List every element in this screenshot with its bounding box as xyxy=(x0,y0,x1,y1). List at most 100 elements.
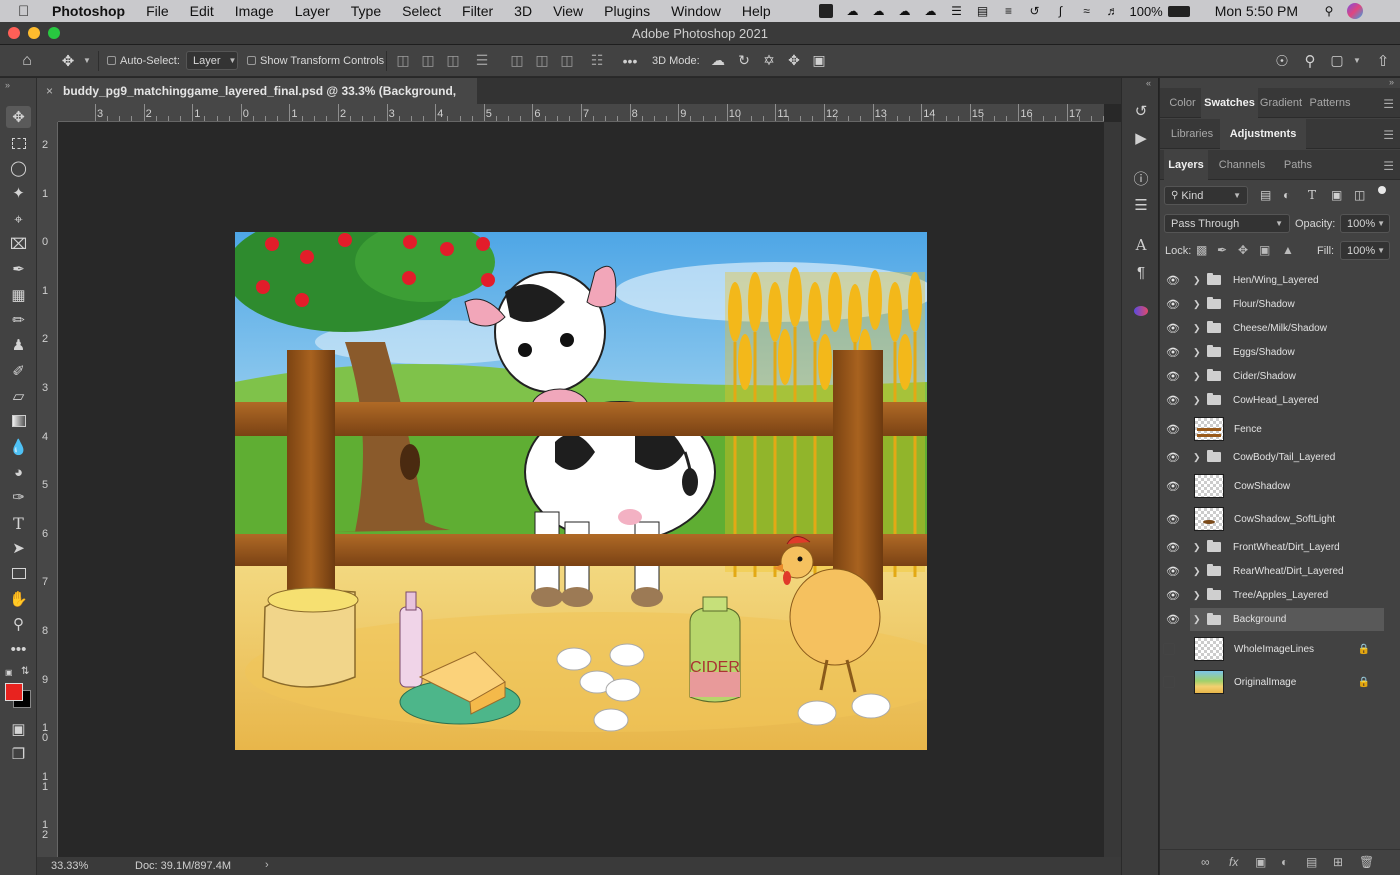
stack-icon[interactable]: ☰ xyxy=(947,4,965,18)
magic-wand-tool-icon[interactable]: ✦ xyxy=(6,182,31,204)
visibility-toggle-off[interactable] xyxy=(1163,676,1175,688)
distribute-horizontal-icon[interactable]: ☷ xyxy=(590,52,604,69)
visibility-eye-icon[interactable]: 👁 xyxy=(1166,513,1180,526)
layer-row[interactable]: 👁 ❯ Eggs/Shadow xyxy=(1166,340,1384,364)
expand-group-chevron-icon[interactable]: ❯ xyxy=(1193,323,1203,334)
menu-window[interactable]: Window xyxy=(671,3,721,19)
pen-tool-icon[interactable]: ✑ xyxy=(6,486,31,508)
layer-row-selected[interactable]: 👁 ❯ Background xyxy=(1166,608,1384,631)
blend-mode-dropdown[interactable]: Pass Through ▼ xyxy=(1164,214,1290,233)
move-tool-icon[interactable]: ✥ xyxy=(6,106,31,128)
filter-smart-objects-icon[interactable]: ◫ xyxy=(1354,188,1365,202)
roll-3d-camera-icon[interactable]: ↻ xyxy=(734,52,754,69)
menu-select[interactable]: Select xyxy=(402,3,441,19)
filter-pixel-layers-icon[interactable]: ▤ xyxy=(1260,188,1271,202)
layer-row[interactable]: 👁 ❯ RearWheat/Dirt_Layered xyxy=(1166,559,1384,583)
lock-position-icon[interactable]: ✥ xyxy=(1238,243,1248,257)
visibility-eye-icon[interactable]: 👁 xyxy=(1166,298,1180,311)
zoom-window-button[interactable] xyxy=(48,27,60,39)
tab-channels[interactable]: Channels xyxy=(1212,150,1272,180)
volume-icon[interactable]: ♬ xyxy=(1103,4,1121,18)
drive-icon[interactable]: ▤ xyxy=(973,4,991,18)
tab-swatches[interactable]: Swatches xyxy=(1201,88,1258,118)
delete-layer-trash-icon[interactable]: 🗑 xyxy=(1359,855,1374,869)
layer-row[interactable]: 👁 ❯ FrontWheat/Dirt_Layerd xyxy=(1166,535,1384,559)
hand-tool-icon[interactable]: ✋ xyxy=(6,588,31,610)
swap-colors-icon[interactable]: ⇅ xyxy=(21,666,29,677)
menu-plugins[interactable]: Plugins xyxy=(604,3,650,19)
layer-row[interactable]: WholeImageLines 🔒 xyxy=(1163,634,1384,664)
menu-help[interactable]: Help xyxy=(742,3,771,19)
edit-toolbar-icon[interactable]: ••• xyxy=(6,638,31,660)
artwork-canvas[interactable]: CIDER xyxy=(235,232,927,750)
lasso-tool-icon[interactable]: ◯ xyxy=(6,157,31,179)
history-brush-tool-icon[interactable]: ✐ xyxy=(6,360,31,382)
visibility-eye-icon[interactable]: 👁 xyxy=(1166,451,1180,464)
info-panel-icon[interactable]: ⓘ xyxy=(1130,167,1152,189)
panel-menu-icon[interactable]: ☰ xyxy=(1383,97,1394,111)
close-document-icon[interactable]: × xyxy=(46,78,53,104)
auto-select-target-dropdown[interactable]: Layer ▼ xyxy=(186,51,238,70)
distribute-vertical-icon[interactable]: ☰ xyxy=(475,52,489,69)
cloud-icon-2[interactable]: ☁ xyxy=(895,4,913,18)
align-right-edges-icon[interactable]: ◫ xyxy=(446,52,460,69)
align-left-edges-icon[interactable]: ◫ xyxy=(396,52,410,69)
layer-row[interactable]: 👁 CowShadow xyxy=(1166,471,1384,501)
share-icon[interactable]: ⇧ xyxy=(1373,52,1393,70)
zoom-level[interactable]: 33.33% xyxy=(51,860,88,872)
align-horizontal-centers-icon[interactable]: ◫ xyxy=(421,52,435,69)
filter-type-layers-icon[interactable]: T xyxy=(1308,188,1316,202)
frame-tool-icon[interactable]: ⌧ xyxy=(6,233,31,255)
expand-group-chevron-icon[interactable]: ❯ xyxy=(1193,347,1203,358)
sync-status-icon[interactable]: ☁ xyxy=(843,4,861,18)
crop-tool-icon[interactable]: ⌖ xyxy=(6,208,31,230)
move-tool-preset-icon[interactable]: ✥ xyxy=(58,50,78,72)
horizontal-ruler[interactable]: 3 2 1 0 1 2 3 4 5 6 7 8 9 10 11 12 13 14 15 16 17 xyxy=(58,104,1104,122)
character-panel-icon[interactable]: A xyxy=(1130,234,1152,256)
align-top-edges-icon[interactable]: ◫ xyxy=(510,52,524,69)
ruler-origin[interactable] xyxy=(37,104,58,122)
close-window-button[interactable] xyxy=(8,27,20,39)
filter-adjustment-layers-icon[interactable]: ◐ xyxy=(1283,188,1290,202)
eraser-tool-icon[interactable]: ▱ xyxy=(6,385,31,407)
menu-filter[interactable]: Filter xyxy=(462,3,493,19)
zoom-3d-camera-icon[interactable]: ▣ xyxy=(809,52,829,69)
tab-gradients[interactable]: Gradient xyxy=(1258,88,1304,118)
layer-row[interactable]: OriginalImage 🔒 xyxy=(1163,667,1384,697)
layer-row[interactable]: 👁 ❯ Cider/Shadow xyxy=(1166,364,1384,388)
history-panel-icon[interactable]: ↺ xyxy=(1130,100,1152,122)
visibility-eye-icon[interactable]: 👁 xyxy=(1166,480,1180,493)
zoom-tool-icon[interactable]: ⚲ xyxy=(6,613,31,635)
collapse-dock-icon[interactable]: « xyxy=(1146,78,1151,88)
lock-image-pixels-icon[interactable]: ✒ xyxy=(1217,243,1227,257)
paragraph-panel-icon[interactable]: ¶ xyxy=(1130,261,1152,283)
menu-extra-icon[interactable]: ≡ xyxy=(999,4,1017,18)
visibility-eye-icon[interactable]: 👁 xyxy=(1166,322,1180,335)
canvas-area[interactable]: CIDER xyxy=(58,122,1104,857)
gradient-tool-icon[interactable] xyxy=(6,410,31,432)
visibility-eye-icon[interactable]: 👁 xyxy=(1166,394,1180,407)
visibility-eye-icon[interactable]: 👁 xyxy=(1166,370,1180,383)
visibility-eye-icon[interactable]: 👁 xyxy=(1166,589,1180,602)
menu-file[interactable]: File xyxy=(146,3,169,19)
tab-color[interactable]: Color xyxy=(1164,88,1201,118)
eyedropper-tool-icon[interactable]: ✒ xyxy=(6,258,31,280)
siri-icon[interactable] xyxy=(1346,3,1364,19)
time-machine-icon[interactable]: ↺ xyxy=(1025,4,1043,18)
layer-style-fx-icon[interactable]: fx xyxy=(1229,855,1238,869)
menu-type[interactable]: Type xyxy=(351,3,381,19)
bluetooth-icon[interactable]: ∫ xyxy=(1051,4,1069,18)
fill-field[interactable]: 100% ▼ xyxy=(1340,241,1390,260)
tab-layers[interactable]: Layers xyxy=(1164,150,1208,180)
align-vertical-centers-icon[interactable]: ◫ xyxy=(535,52,549,69)
orbit-3d-camera-icon[interactable]: ☁ xyxy=(708,52,728,69)
slide-3d-camera-icon[interactable]: ✥ xyxy=(784,52,804,69)
minimize-window-button[interactable] xyxy=(28,27,40,39)
tab-paths[interactable]: Paths xyxy=(1274,150,1322,180)
layer-row[interactable]: 👁 CowShadow_SoftLight xyxy=(1166,504,1384,534)
layer-row[interactable]: 👁 ❯ Hen/Wing_Layered xyxy=(1166,268,1384,292)
wifi-icon[interactable]: ≈ xyxy=(1077,4,1095,18)
expand-group-chevron-icon[interactable]: ❯ xyxy=(1193,395,1203,406)
panel-menu-icon[interactable]: ☰ xyxy=(1383,128,1394,142)
apple-menu-icon[interactable]:  xyxy=(18,3,36,20)
